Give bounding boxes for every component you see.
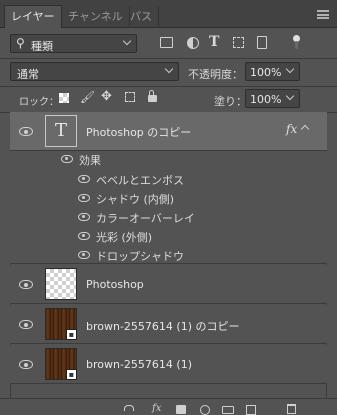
smart-object-badge-icon: ▪ bbox=[66, 329, 77, 340]
filter-toggle-switch[interactable] bbox=[293, 35, 300, 49]
effect-visibility-eye-icon[interactable] bbox=[78, 194, 90, 202]
visibility-eye-icon[interactable] bbox=[19, 360, 33, 369]
layer-row-brown-copy[interactable]: ▪ brown-2557614 (1) のコピー bbox=[10, 305, 327, 344]
effect-visibility-eye-icon[interactable] bbox=[78, 175, 90, 183]
effect-visibility-eye-icon[interactable] bbox=[78, 251, 90, 259]
visibility-eye-icon[interactable] bbox=[19, 280, 33, 289]
chevron-down-icon bbox=[286, 93, 294, 101]
lock-artboard-icon[interactable] bbox=[125, 92, 135, 102]
smart-object-filter-icon[interactable] bbox=[257, 36, 267, 49]
layers-panel: レイヤー チャンネル パス ⚲ 種類 T 通常 不透明度： 100% ロック： … bbox=[0, 0, 337, 415]
effect-visibility-eye-icon[interactable] bbox=[78, 213, 90, 221]
effect-item[interactable]: ドロップシャドウ bbox=[96, 248, 184, 266]
opacity-label: 不透明度： bbox=[188, 68, 243, 81]
filter-kind-label: 種類 bbox=[31, 40, 53, 53]
new-group-icon[interactable] bbox=[222, 406, 234, 414]
effect-item[interactable]: カラーオーバーレイ bbox=[96, 210, 195, 228]
layer-name[interactable]: Photoshop bbox=[86, 278, 144, 291]
effects-visibility-eye-icon[interactable] bbox=[61, 155, 73, 163]
chevron-down-icon bbox=[286, 66, 294, 74]
effects-header[interactable]: 効果 bbox=[79, 152, 101, 170]
lock-image-pixels-icon[interactable]: 🖌 bbox=[80, 90, 95, 104]
effect-item[interactable]: ベベルとエンボス bbox=[96, 172, 184, 190]
layer-name[interactable]: Photoshop のコピー bbox=[86, 124, 191, 140]
opacity-input[interactable]: 100% bbox=[245, 62, 300, 81]
lock-position-icon[interactable]: ✥ bbox=[101, 89, 112, 104]
link-layers-icon[interactable] bbox=[124, 405, 134, 411]
adjustment-layer-icon[interactable] bbox=[200, 405, 210, 415]
bottom-toolbar: fx bbox=[0, 398, 337, 415]
text-layer-thumbnail: T bbox=[45, 115, 77, 147]
layer-row-photoshop-copy[interactable]: T Photoshop のコピー fx bbox=[10, 112, 327, 151]
delete-layer-icon[interactable] bbox=[287, 404, 296, 414]
chevron-down-icon bbox=[123, 38, 131, 46]
shape-layer-filter-icon[interactable] bbox=[233, 37, 244, 48]
search-icon: ⚲ bbox=[16, 36, 25, 50]
fill-input[interactable]: 100% bbox=[245, 89, 300, 108]
blend-mode-select[interactable]: 通常 bbox=[10, 62, 179, 81]
opacity-value: 100% bbox=[250, 66, 282, 79]
fill-value: 100% bbox=[250, 93, 282, 106]
effect-visibility-eye-icon[interactable] bbox=[78, 232, 90, 240]
lock-label: ロック： bbox=[19, 97, 59, 108]
smart-object-thumbnail: ▪ bbox=[45, 308, 77, 340]
blend-mode-value: 通常 bbox=[17, 68, 39, 81]
filter-kind-select[interactable]: ⚲ 種類 bbox=[10, 34, 137, 53]
collapse-effects-icon[interactable] bbox=[300, 124, 310, 134]
visibility-eye-icon[interactable] bbox=[19, 127, 33, 136]
layer-row-photoshop[interactable]: Photoshop bbox=[10, 265, 327, 304]
tab-layers[interactable]: レイヤー bbox=[4, 5, 62, 28]
add-layer-style-icon[interactable]: fx bbox=[152, 403, 161, 414]
effect-item[interactable]: シャドウ (内側) bbox=[96, 191, 174, 209]
effect-item[interactable]: 光彩 (外側) bbox=[96, 229, 152, 247]
lock-transparent-pixels-icon[interactable] bbox=[59, 93, 69, 103]
layer-name[interactable]: brown-2557614 (1) のコピー bbox=[86, 318, 240, 334]
panel-menu-icon[interactable] bbox=[317, 10, 329, 19]
new-layer-icon[interactable] bbox=[246, 405, 256, 415]
pixel-layer-filter-icon[interactable] bbox=[160, 37, 173, 48]
tab-channels[interactable]: チャンネル bbox=[62, 6, 130, 28]
tab-bar: レイヤー チャンネル パス bbox=[0, 0, 337, 28]
tab-paths[interactable]: パス bbox=[124, 6, 159, 28]
smart-object-badge-icon: ▪ bbox=[66, 369, 77, 380]
chevron-down-icon bbox=[165, 66, 173, 74]
effects-group: 効果 ベベルとエンボス シャドウ (内側) カラーオーバーレイ 光彩 (外側) … bbox=[10, 151, 327, 264]
layer-thumbnail bbox=[45, 268, 77, 300]
layer-name[interactable]: brown-2557614 (1) bbox=[86, 358, 192, 371]
fx-icon[interactable]: fx bbox=[286, 122, 297, 136]
smart-object-thumbnail: ▪ bbox=[45, 348, 77, 380]
lock-all-icon[interactable] bbox=[148, 90, 157, 102]
type-layer-filter-icon[interactable]: T bbox=[209, 34, 219, 50]
visibility-eye-icon[interactable] bbox=[19, 320, 33, 329]
add-mask-icon[interactable] bbox=[176, 405, 186, 414]
fill-label: 塗り： bbox=[214, 95, 247, 108]
adjustment-layer-filter-icon[interactable] bbox=[187, 37, 199, 49]
layer-row-brown[interactable]: ▪ brown-2557614 (1) bbox=[10, 345, 327, 384]
